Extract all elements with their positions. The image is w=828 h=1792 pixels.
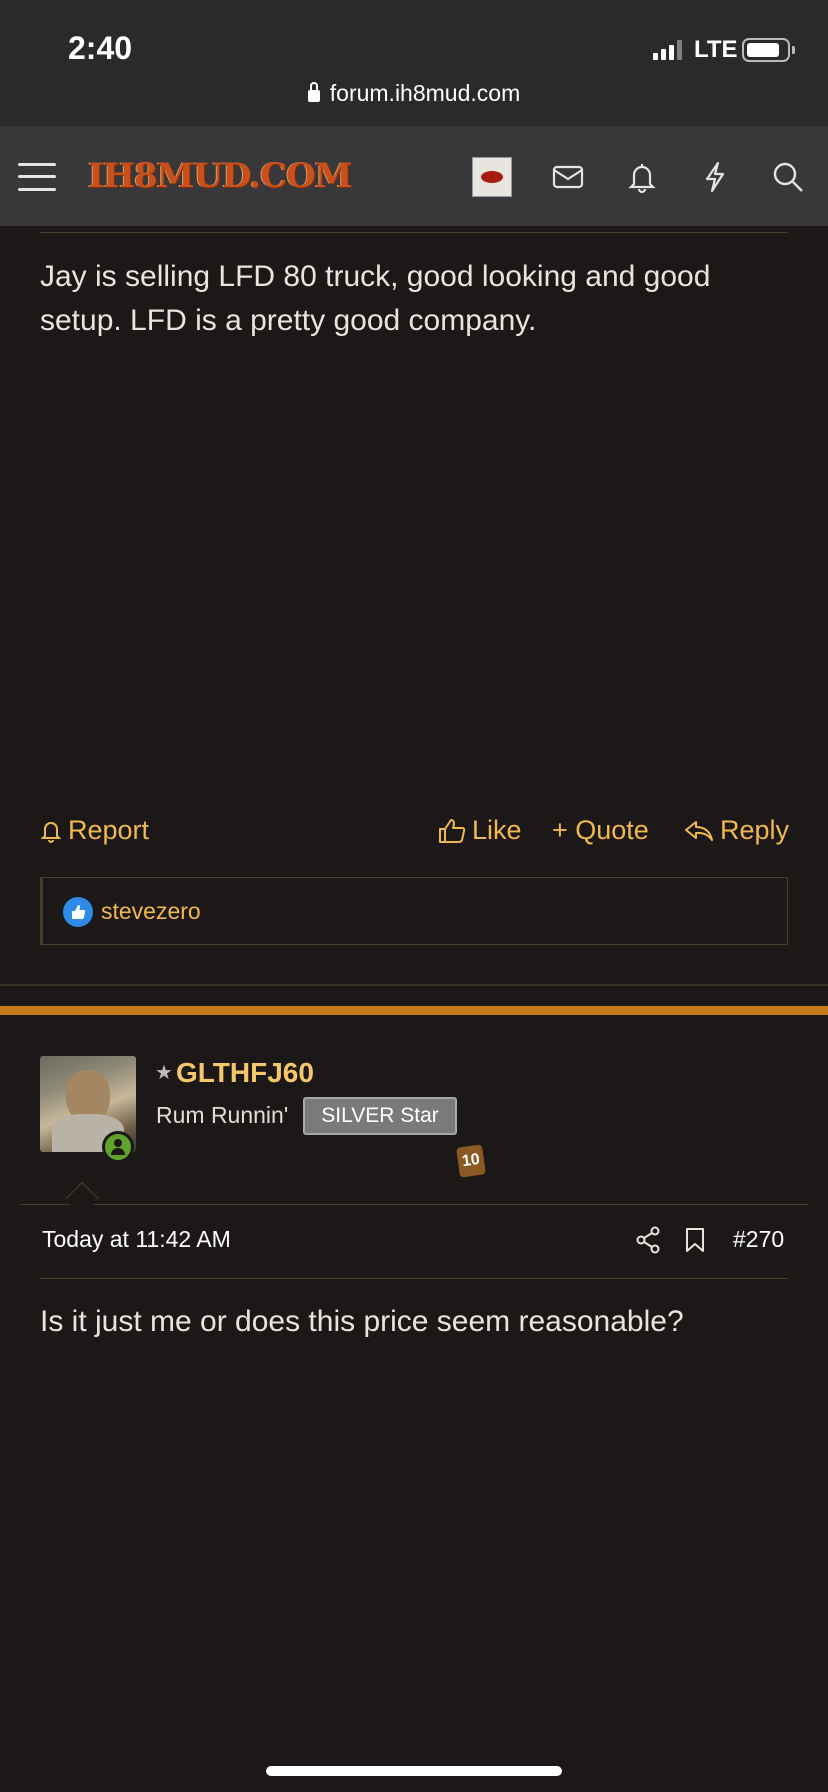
report-label: Report	[68, 815, 150, 845]
post-date[interactable]: Today at 11:42 AM	[42, 1226, 231, 1253]
signal-icon	[653, 40, 682, 60]
home-indicator[interactable]	[266, 1766, 562, 1776]
battery-icon	[742, 38, 790, 62]
liked-by-user[interactable]: stevezero	[101, 898, 201, 925]
report-button[interactable]: Report	[40, 815, 149, 846]
thumbs-up-icon	[439, 818, 466, 843]
quote-label: + Quote	[552, 815, 649, 845]
url-text: forum.ih8mud.com	[329, 80, 521, 106]
like-label: Like	[472, 815, 522, 845]
post-body: Is it just me or does this price seem re…	[40, 1305, 684, 1338]
avatar-icon[interactable]	[472, 157, 512, 197]
lock-icon	[307, 82, 320, 102]
trophy-icon[interactable]: 10	[456, 1144, 486, 1178]
thumbs-up-icon	[63, 897, 93, 927]
online-status-icon	[102, 1131, 134, 1163]
site-logo[interactable]: IH8MUD.COM	[88, 156, 352, 196]
search-icon[interactable]	[771, 160, 805, 194]
post-body: Jay is selling LFD 80 truck, good lookin…	[40, 260, 711, 337]
user-banner: SILVER Star	[303, 1097, 457, 1135]
post-separator	[0, 1006, 828, 1015]
network-type: LTE	[694, 36, 738, 63]
like-button[interactable]: Like	[438, 815, 522, 846]
reply-icon	[685, 820, 713, 841]
reply-label: Reply	[720, 815, 790, 845]
hamburger-icon[interactable]	[18, 161, 56, 193]
site-header: IH8MUD.COM	[0, 126, 828, 226]
star-icon: ★	[155, 1062, 173, 1084]
status-time: 2:40	[68, 30, 133, 66]
username[interactable]: GLTHFJ60	[176, 1057, 314, 1089]
envelope-icon[interactable]	[551, 160, 585, 194]
share-icon[interactable]	[635, 1226, 661, 1254]
reply-button[interactable]: Reply	[684, 815, 789, 846]
quote-button[interactable]: + Quote	[552, 815, 649, 846]
bolt-icon[interactable]	[698, 160, 732, 194]
bookmark-icon[interactable]	[684, 1227, 706, 1253]
bell-icon[interactable]	[625, 160, 659, 194]
status-bar: 2:40 LTE forum.ih8mud.com	[0, 0, 828, 126]
address-bar[interactable]: forum.ih8mud.com	[0, 80, 828, 107]
post-number[interactable]: #270	[733, 1226, 784, 1253]
user-title: Rum Runnin'	[156, 1102, 289, 1128]
likes-summary[interactable]: stevezero	[40, 877, 788, 945]
bell-icon	[40, 821, 62, 843]
